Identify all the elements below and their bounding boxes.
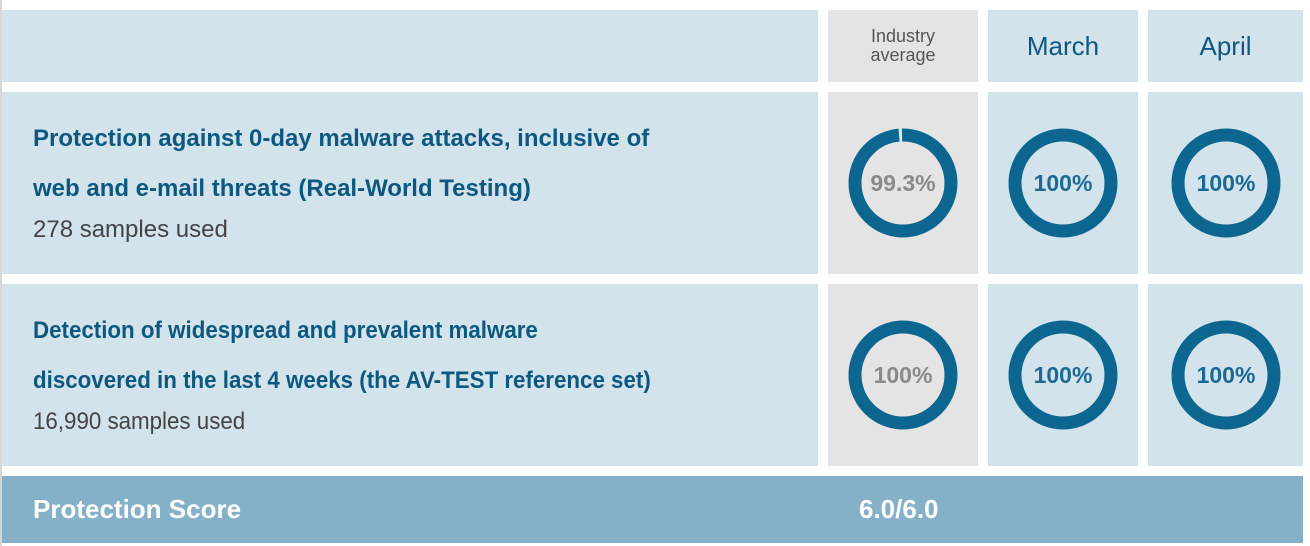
header-industry-average: Industry average (828, 10, 978, 82)
protection-score-value: 6.0/6.0 (859, 494, 939, 524)
progress-ring: 100% (1171, 128, 1280, 238)
test-title-line: web and e-mail threats (Real-World Testi… (33, 175, 531, 202)
test-row-description: Detection of widespread and prevalent ma… (2, 284, 818, 466)
progress-ring-label: 100% (1196, 362, 1255, 388)
progress-ring: 100% (848, 320, 958, 430)
test-title-line: Detection of widespread and prevalent ma… (33, 317, 538, 344)
samples-count: 16,990 samples used (33, 408, 246, 435)
progress-ring: 100% (1008, 128, 1118, 238)
header-month-label: March (1026, 30, 1100, 61)
progress-ring-label: 100% (1034, 362, 1093, 388)
progress-ring: 100% (1171, 320, 1280, 430)
header-month-label: April (1199, 30, 1252, 61)
test-row-description: Protection against 0-day malware attacks… (2, 92, 818, 274)
header-month-april: April (1148, 10, 1303, 82)
progress-ring-label: 99.3% (870, 170, 935, 196)
header-industry-average-line2: average (870, 45, 936, 65)
progress-ring-label: 100% (1196, 170, 1255, 196)
test-title-line: discovered in the last 4 weeks (the AV-T… (33, 367, 651, 394)
samples-count: 278 samples used (33, 216, 228, 243)
test-title-line: Protection against 0-day malware attacks… (33, 125, 650, 152)
header-industry-average-line1: Industry (870, 26, 936, 46)
protection-score-label: Protection Score (33, 494, 242, 524)
progress-ring-label: 100% (1034, 170, 1093, 196)
industry-average-result: 99.3% (828, 92, 978, 274)
progress-ring: 99.3% (848, 128, 958, 238)
april-result: 100% (1148, 92, 1303, 274)
header-month-march: March (988, 10, 1138, 82)
progress-ring: 100% (1008, 320, 1118, 430)
march-result: 100% (988, 92, 1138, 274)
april-result: 100% (1148, 284, 1303, 466)
header-empty-cell (2, 10, 818, 82)
progress-ring-label: 100% (874, 362, 933, 388)
industry-average-result: 100% (828, 284, 978, 466)
march-result: 100% (988, 284, 1138, 466)
protection-score-bar: Protection Score 6.0/6.0 (2, 476, 1303, 543)
